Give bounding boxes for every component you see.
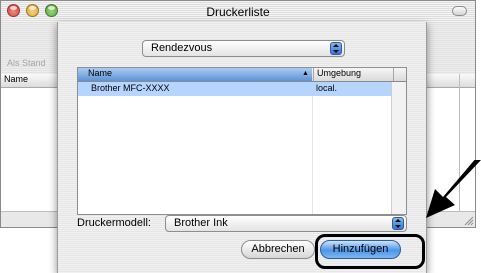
popup-arrows-icon <box>392 217 404 230</box>
printer-model-popup[interactable]: Brother Ink <box>165 215 407 232</box>
printer-model-label: Druckermodell: <box>77 217 151 229</box>
header-corner <box>393 68 408 81</box>
table-row[interactable]: Brother MFC-XXXX local. <box>78 82 392 96</box>
column-header-umgebung-label: Umgebung <box>317 68 362 78</box>
window-title: Druckerliste <box>206 5 270 19</box>
column-header-umgebung[interactable]: Umgebung <box>313 68 394 81</box>
printer-browser-list[interactable]: Name ▲ Umgebung Brother MFC-XXXX local. <box>77 67 407 215</box>
column-divider <box>312 82 313 214</box>
column-header-name[interactable]: Name <box>4 74 28 84</box>
column-header-name-label: Name <box>88 68 113 78</box>
browser-list-header: Name ▲ Umgebung <box>78 68 406 82</box>
browser-list-scrollbar[interactable] <box>391 82 406 214</box>
column-header-name-sorted[interactable]: Name <box>78 68 312 81</box>
connection-type-popup[interactable]: Rendezvous <box>142 40 345 57</box>
highlight-frame <box>315 234 425 269</box>
popup-arrows-icon <box>330 42 342 55</box>
cancel-button[interactable]: Abbrechen <box>241 240 315 259</box>
printer-name-cell: Brother MFC-XXXX <box>91 83 170 93</box>
title-bar: Druckerliste <box>1 1 475 24</box>
pointer-arrow-icon <box>426 160 481 218</box>
connection-type-value: Rendezvous <box>151 42 213 54</box>
make-default-label: Als Stand <box>7 58 46 68</box>
printer-model-value: Brother Ink <box>174 217 228 229</box>
toolbar-toggle-icon[interactable] <box>452 6 467 16</box>
sort-arrow-icon: ▲ <box>302 70 309 77</box>
printer-umgebung-cell: local. <box>316 83 338 93</box>
